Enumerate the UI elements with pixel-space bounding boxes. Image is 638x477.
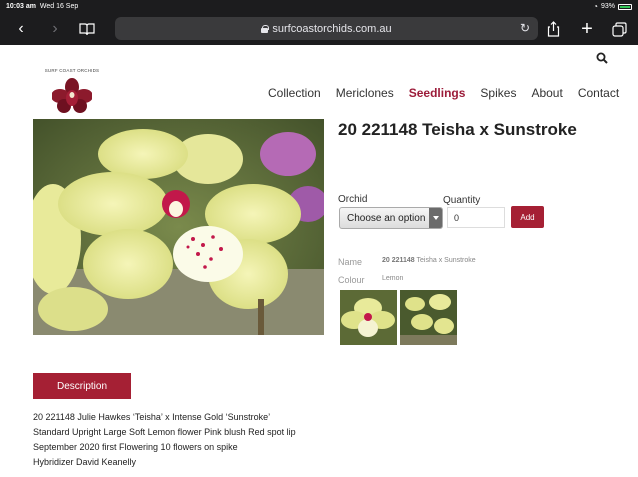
- nav-collection[interactable]: Collection: [268, 86, 321, 100]
- product-title: 20 221148 Teisha x Sunstroke: [338, 120, 577, 139]
- status-time: 10:03 am: [6, 3, 36, 10]
- name-text: Teisha x Sunstroke: [416, 257, 476, 264]
- description-tab[interactable]: Description: [33, 373, 131, 399]
- bookmarks-button[interactable]: [76, 18, 98, 40]
- name-value: 20 221148 Teisha x Sunstroke: [382, 257, 476, 264]
- description-line: September 2020 first Flowering 10 flower…: [33, 442, 238, 452]
- description-text: 20 221148 Julie Hawkes ‘Teisha’ x Intens…: [33, 410, 296, 470]
- quantity-label: Quantity: [443, 195, 481, 206]
- status-bar: 10:03 am Wed 16 Sep ◔ 93%: [0, 0, 638, 13]
- wifi-icon: ◔: [593, 2, 598, 11]
- description-line: Hybridizer David Keanelly: [33, 457, 137, 467]
- nav-seedlings[interactable]: Seedlings: [409, 86, 466, 100]
- back-button[interactable]: ‹: [10, 18, 32, 40]
- orchid-logo-icon: [52, 78, 92, 113]
- nav-spikes[interactable]: Spikes: [480, 86, 516, 100]
- share-icon: [547, 21, 559, 37]
- main-nav: Collection Mericlones Seedlings Spikes A…: [268, 86, 619, 100]
- tabs-button[interactable]: [608, 18, 630, 40]
- search-icon[interactable]: [596, 52, 608, 64]
- reload-icon[interactable]: ↻: [520, 21, 530, 35]
- nav-mericlones[interactable]: Mericlones: [336, 86, 394, 100]
- lock-icon: [261, 24, 270, 33]
- book-icon: [79, 22, 95, 35]
- colour-value: Lemon: [382, 275, 404, 282]
- quantity-input[interactable]: 0: [447, 207, 505, 228]
- new-tab-button[interactable]: +: [576, 18, 598, 40]
- browser-toolbar: ‹ › surfcoastorchids.com.au ↻ +: [0, 13, 638, 45]
- url-text: surfcoastorchids.com.au: [272, 22, 392, 35]
- logo-text: SURF COAST ORCHIDS: [44, 68, 100, 73]
- forward-button[interactable]: ›: [44, 18, 66, 40]
- name-label: Name: [338, 257, 363, 267]
- description-line: Standard Upright Large Soft Lemon flower…: [33, 427, 296, 437]
- name-code: 20 221148: [382, 257, 415, 264]
- orchid-select-value: Choose an option: [347, 212, 426, 224]
- orchid-label: Orchid: [338, 194, 368, 205]
- site-logo[interactable]: SURF COAST ORCHIDS: [40, 68, 104, 116]
- status-date: Wed 16 Sep: [39, 3, 79, 10]
- product-thumbnail-1[interactable]: [340, 290, 397, 345]
- colour-label: Colour: [338, 275, 365, 285]
- status-right: ◔ 93%: [593, 2, 632, 11]
- battery-percent: 93%: [600, 3, 615, 10]
- share-button[interactable]: [542, 18, 564, 40]
- address-bar[interactable]: surfcoastorchids.com.au ↻: [115, 17, 538, 40]
- battery-icon: [618, 3, 632, 10]
- tabs-icon: [611, 21, 627, 37]
- product-main-image[interactable]: [33, 119, 324, 335]
- nav-contact[interactable]: Contact: [578, 86, 619, 100]
- product-thumbnail-2[interactable]: [400, 290, 457, 345]
- description-line: 20 221148 Julie Hawkes ‘Teisha’ x Intens…: [33, 412, 271, 422]
- add-to-cart-button[interactable]: Add: [511, 206, 544, 228]
- nav-about[interactable]: About: [531, 86, 562, 100]
- orchid-select[interactable]: Choose an option: [339, 207, 443, 229]
- chevron-down-icon: [429, 208, 442, 228]
